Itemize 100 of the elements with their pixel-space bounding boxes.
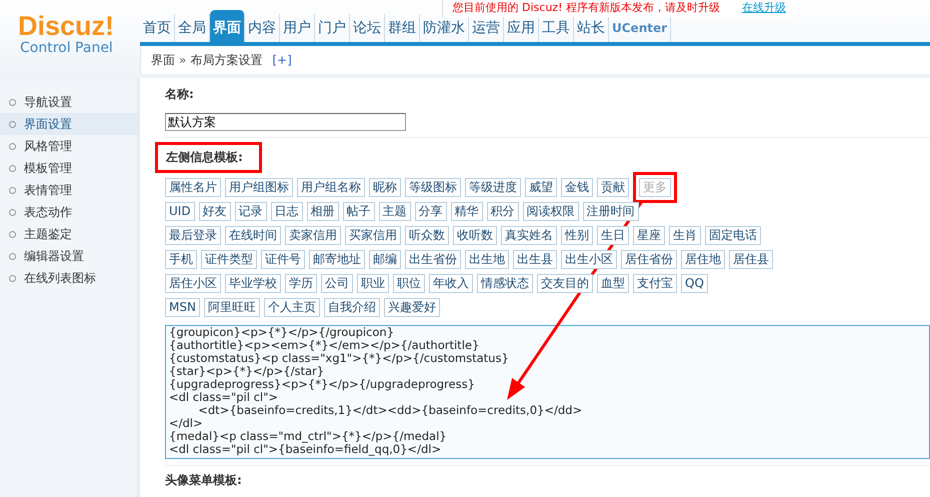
sidebar-item[interactable]: 表态动作 [0,201,137,223]
breadcrumb-item[interactable]: 界面 [151,52,175,68]
template-tag[interactable]: 邮编 [369,250,401,269]
template-tag[interactable]: 帖子 [342,202,375,221]
template-tag[interactable]: 出生县 [513,250,557,269]
template-tag[interactable]: 年收入 [429,274,473,293]
template-tag[interactable]: MSN [165,298,200,317]
nav-tab[interactable]: 首页 [140,14,175,42]
template-tag[interactable]: 卖家信用 [285,226,341,245]
template-tag[interactable]: 用户组图标 [225,178,293,197]
template-tag[interactable]: 精华 [450,202,483,221]
template-tag[interactable]: 在线时间 [225,226,281,245]
template-tag[interactable]: 居住省份 [621,250,677,269]
sidebar-item[interactable]: 在线列表图标 [0,267,137,289]
section-label: 头像菜单模板: [165,472,242,489]
template-tag[interactable]: 等级图标 [405,178,461,197]
template-tag[interactable]: QQ [681,274,708,293]
nav-tab[interactable]: 门户 [315,14,350,42]
bullet-icon [9,120,16,128]
nav-tab[interactable]: 内容 [245,14,280,42]
sidebar-item[interactable]: 界面设置 [0,113,137,135]
template-tag[interactable]: 生日 [597,226,629,245]
template-tag[interactable]: 星座 [633,226,665,245]
template-tag[interactable]: 居住小区 [165,274,221,293]
nav-tab[interactable]: 应用 [504,14,539,42]
bullet-icon [9,208,16,216]
template-tag[interactable]: 贡献 [597,178,629,197]
bullet-icon [9,186,16,194]
template-tag[interactable]: 支付宝 [633,274,677,293]
name-input[interactable]: 默认方案 [165,113,406,131]
template-tag[interactable]: 真实姓名 [501,226,557,245]
template-tag[interactable]: 血型 [597,274,629,293]
nav-tab[interactable]: 运营 [469,14,504,42]
template-tag[interactable]: 居住县 [729,250,773,269]
template-tag[interactable]: 邮寄地址 [309,250,365,269]
template-tag[interactable]: 自我介绍 [324,298,380,317]
nav-tab[interactable]: 群组 [385,14,420,42]
bullet-icon [9,230,16,238]
template-tag[interactable]: UID [165,202,195,221]
bullet-icon [9,98,16,106]
template-tag[interactable]: 买家信用 [345,226,401,245]
template-tag[interactable]: 职位 [393,274,425,293]
template-tag[interactable]: 兴趣爱好 [384,298,440,317]
nav-tab[interactable]: 论坛 [350,14,385,42]
template-tag[interactable]: 出生省份 [405,250,461,269]
template-tag[interactable]: 阅读权限 [522,202,579,221]
sidebar-item[interactable]: 风格管理 [0,135,137,157]
template-tag[interactable]: 情感状态 [477,274,533,293]
nav-tab[interactable]: 站长 [574,14,609,42]
template-tag[interactable]: 交友目的 [537,274,593,293]
template-tag[interactable]: 金钱 [561,178,593,197]
template-tag[interactable]: 出生小区 [561,250,617,269]
template-tag[interactable]: 积分 [486,202,519,221]
template-tag[interactable]: 毕业学校 [225,274,281,293]
template-tag[interactable]: 相册 [306,202,339,221]
sidebar-item[interactable]: 模板管理 [0,157,137,179]
add-shortcut-link[interactable]: [+] [272,53,292,67]
template-tag[interactable]: 等级进度 [465,178,521,197]
template-tag[interactable]: 主题 [378,202,411,221]
template-tag[interactable]: 记录 [234,202,267,221]
template-tag[interactable]: 用户组名称 [297,178,365,197]
nav-tab[interactable]: 界面 [210,10,245,42]
template-tag[interactable]: 证件号 [261,250,305,269]
nav-tab[interactable]: 用户 [280,14,315,42]
logo-title: Discuz! [18,12,116,40]
section-label: 左侧信息模板: [155,142,262,173]
template-code-textarea[interactable]: {groupicon}<p>{*}</p>{/groupicon} {authortitle}<p><em>{*}</em></p>{/authortitle} {customstatus}<p class="xg1">{*}</p>{/customstatus} {star}<p>{*}</p>{/star} {upgradeprogress}<p>{*}</p>{/upgradeprogress} <dl class="pil cl"> <dt>{baseinfo=credits,1}</dt><dd>{baseinfo=credits,0}</dd> </dl> {medal}<p class="md_ctrl">{*}</p>{/medal} <dl class="pil cl">{baseinfo=field_qq,0}</dl> [165,325,930,459]
template-tag[interactable]: 阿里旺旺 [204,298,260,317]
template-tag[interactable]: 日志 [270,202,303,221]
template-tag[interactable]: 个人主页 [264,298,320,317]
template-tag[interactable]: 收听数 [453,226,497,245]
template-tag[interactable]: 学历 [285,274,317,293]
template-tag[interactable]: 职业 [357,274,389,293]
template-tag[interactable]: 昵称 [369,178,401,197]
template-tag[interactable]: 手机 [165,250,197,269]
nav-tab[interactable]: UCenter [609,14,672,42]
template-tag[interactable]: 居住地 [681,250,725,269]
bullet-icon [9,164,16,172]
sidebar-item[interactable]: 主题鉴定 [0,223,137,245]
notice-text: 您目前使用的 Discuz! 程序有新版本发布，请及时升级 [452,0,720,15]
template-tag[interactable]: 证件类型 [201,250,257,269]
template-tag[interactable]: 出生地 [465,250,509,269]
nav-tab[interactable]: 防灌水 [420,14,469,42]
template-tag[interactable]: 分享 [414,202,447,221]
template-tag[interactable]: 生肖 [669,226,701,245]
sidebar-item[interactable]: 编辑器设置 [0,245,137,267]
template-tag[interactable]: 听众数 [405,226,449,245]
bullet-icon [9,252,16,260]
breadcrumb-item[interactable]: 布局方案设置 [190,52,262,68]
template-tag[interactable]: 好友 [198,202,231,221]
template-tag[interactable]: 性别 [561,226,593,245]
nav-tab[interactable]: 工具 [539,14,574,42]
sidebar-item[interactable]: 表情管理 [0,179,137,201]
template-tag[interactable]: 威望 [525,178,557,197]
template-tag[interactable]: 最后登录 [165,226,221,245]
template-tag[interactable]: 注册时间 [582,202,639,221]
template-tag[interactable]: 属性名片 [165,178,221,197]
template-tag[interactable]: 公司 [321,274,353,293]
sidebar-item[interactable]: 导航设置 [0,91,137,113]
template-tag[interactable]: 固定电话 [705,226,761,245]
